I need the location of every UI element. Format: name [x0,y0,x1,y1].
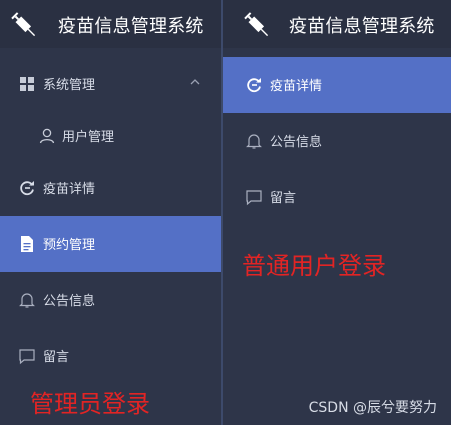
menu-system-management[interactable]: 系统管理 [0,56,221,112]
menu-label: 公告信息 [270,135,323,150]
user-icon [39,128,55,144]
document-icon [21,236,33,252]
sidebar-header: 疫苗信息管理系统 [223,0,451,48]
bell-icon [19,293,35,308]
refresh-icon [20,181,34,196]
syringe-icon [244,12,269,37]
app-title: 疫苗信息管理系统 [58,16,204,37]
refresh-icon [247,78,261,93]
menu-label: 疫苗详情 [43,182,96,197]
chat-icon [19,349,35,365]
user-login-caption: 普通用户登录 [242,252,386,280]
menu-message[interactable]: 留言 [223,169,451,225]
menu-notice[interactable]: 公告信息 [0,272,221,328]
chat-icon [246,190,262,206]
menu-label: 疫苗详情 [270,79,323,94]
menu-message[interactable]: 留言 [0,328,221,384]
admin-sidebar: 疫苗信息管理系统 系统管理 用户管理 疫苗详情 预约管理 公告信息 留言 管理员… [0,0,221,425]
menu-booking-management[interactable]: 预约管理 [0,216,221,272]
chevron-up-icon[interactable] [189,76,201,88]
menu-notice[interactable]: 公告信息 [223,113,451,169]
user-sidebar: 疫苗信息管理系统 疫苗详情 公告信息 留言 普通用户登录 [223,0,451,425]
menu-label: 预约管理 [43,238,96,253]
sidebar-header: 疫苗信息管理系统 [0,0,221,48]
menu-label: 用户管理 [62,130,115,145]
menu-user-management[interactable]: 用户管理 [0,108,221,164]
watermark: CSDN @辰兮要努力 [308,400,437,416]
menu-label: 系统管理 [43,78,96,93]
menu-vaccine-details[interactable]: 疫苗详情 [223,57,451,113]
menu-label: 留言 [270,191,297,206]
menu-label: 留言 [43,350,70,365]
syringe-icon [11,12,36,37]
grid-icon [20,77,34,91]
app-title: 疫苗信息管理系统 [289,16,435,37]
menu-label: 公告信息 [43,294,96,309]
menu-vaccine-details[interactable]: 疫苗详情 [0,160,221,216]
bell-icon [246,134,262,149]
admin-login-caption: 管理员登录 [30,390,150,418]
